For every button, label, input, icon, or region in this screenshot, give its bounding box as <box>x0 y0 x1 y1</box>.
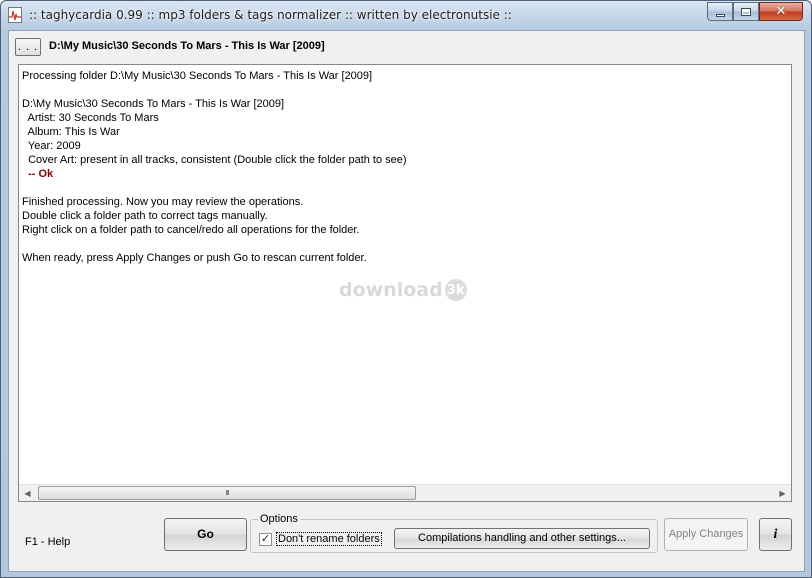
current-folder-path: D:\My Music\30 Seconds To Mars - This Is… <box>49 40 325 52</box>
options-legend: Options <box>258 513 300 525</box>
log-line-processing: Processing folder D:\My Music\30 Seconds… <box>22 70 373 82</box>
log-year: Year: 2009 <box>22 140 81 152</box>
help-hint: F1 - Help <box>25 536 71 548</box>
info-button[interactable]: i <box>759 518 792 551</box>
close-icon: ✕ <box>775 4 787 19</box>
scroll-left-arrow-icon[interactable]: ◀ <box>19 485 36 501</box>
client-area: . . . D:\My Music\30 Seconds To Mars - T… <box>8 30 805 572</box>
log-output[interactable]: Processing folder D:\My Music\30 Seconds… <box>18 64 792 502</box>
options-group: Options ✓ Don't rename folders Compilati… <box>250 513 658 553</box>
log-cover-art: Cover Art: present in all tracks, consis… <box>22 154 407 166</box>
maximize-button[interactable] <box>733 2 759 21</box>
scrollbar-thumb[interactable]: III <box>38 486 416 500</box>
horizontal-scrollbar[interactable]: ◀ III ▶ <box>19 484 791 501</box>
log-album: Album: This Is War <box>22 126 120 138</box>
watermark: download 3k <box>339 279 467 301</box>
log-hint-right-click: Right click on a folder path to cancel/r… <box>22 224 360 236</box>
browse-folder-button[interactable]: . . . <box>15 38 41 56</box>
log-artist: Artist: 30 Seconds To Mars <box>22 112 159 124</box>
log-folder-path[interactable]: D:\My Music\30 Seconds To Mars - This Is… <box>22 97 407 111</box>
apply-changes-button[interactable]: Apply Changes <box>664 518 748 551</box>
watermark-text: download <box>339 279 443 301</box>
window-title: :: taghycardia 0.99 :: mp3 folders & tag… <box>29 8 512 22</box>
go-button[interactable]: Go <box>164 518 247 551</box>
dont-rename-checkbox[interactable]: ✓ <box>259 533 272 546</box>
log-hint-ready: When ready, press Apply Changes or push … <box>22 252 367 264</box>
log-status-ok: -- Ok <box>22 168 54 180</box>
minimize-icon <box>715 13 725 17</box>
log-blank: ​ <box>22 83 407 97</box>
log-blank: ​ <box>22 181 407 195</box>
log-text: Processing folder D:\My Music\30 Seconds… <box>22 69 407 265</box>
caption-buttons: ✕ <box>707 2 803 21</box>
checkmark-icon: ✓ <box>260 533 271 545</box>
watermark-badge-icon: 3k <box>444 279 467 301</box>
minimize-button[interactable] <box>707 2 733 21</box>
app-window: :: taghycardia 0.99 :: mp3 folders & tag… <box>0 0 812 578</box>
title-bar[interactable]: :: taghycardia 0.99 :: mp3 folders & tag… <box>1 1 811 29</box>
log-finished: Finished processing. Now you may review … <box>22 196 304 208</box>
close-button[interactable]: ✕ <box>759 2 803 21</box>
log-hint-double-click: Double click a folder path to correct ta… <box>22 210 268 222</box>
app-icon[interactable] <box>8 7 22 23</box>
settings-button[interactable]: Compilations handling and other settings… <box>394 528 650 549</box>
scrollbar-grip-icon: III <box>225 489 230 497</box>
log-blank: ​ <box>22 237 407 251</box>
scroll-right-arrow-icon[interactable]: ▶ <box>774 485 791 501</box>
dont-rename-label[interactable]: Don't rename folders <box>276 532 382 546</box>
maximize-icon <box>741 7 751 16</box>
